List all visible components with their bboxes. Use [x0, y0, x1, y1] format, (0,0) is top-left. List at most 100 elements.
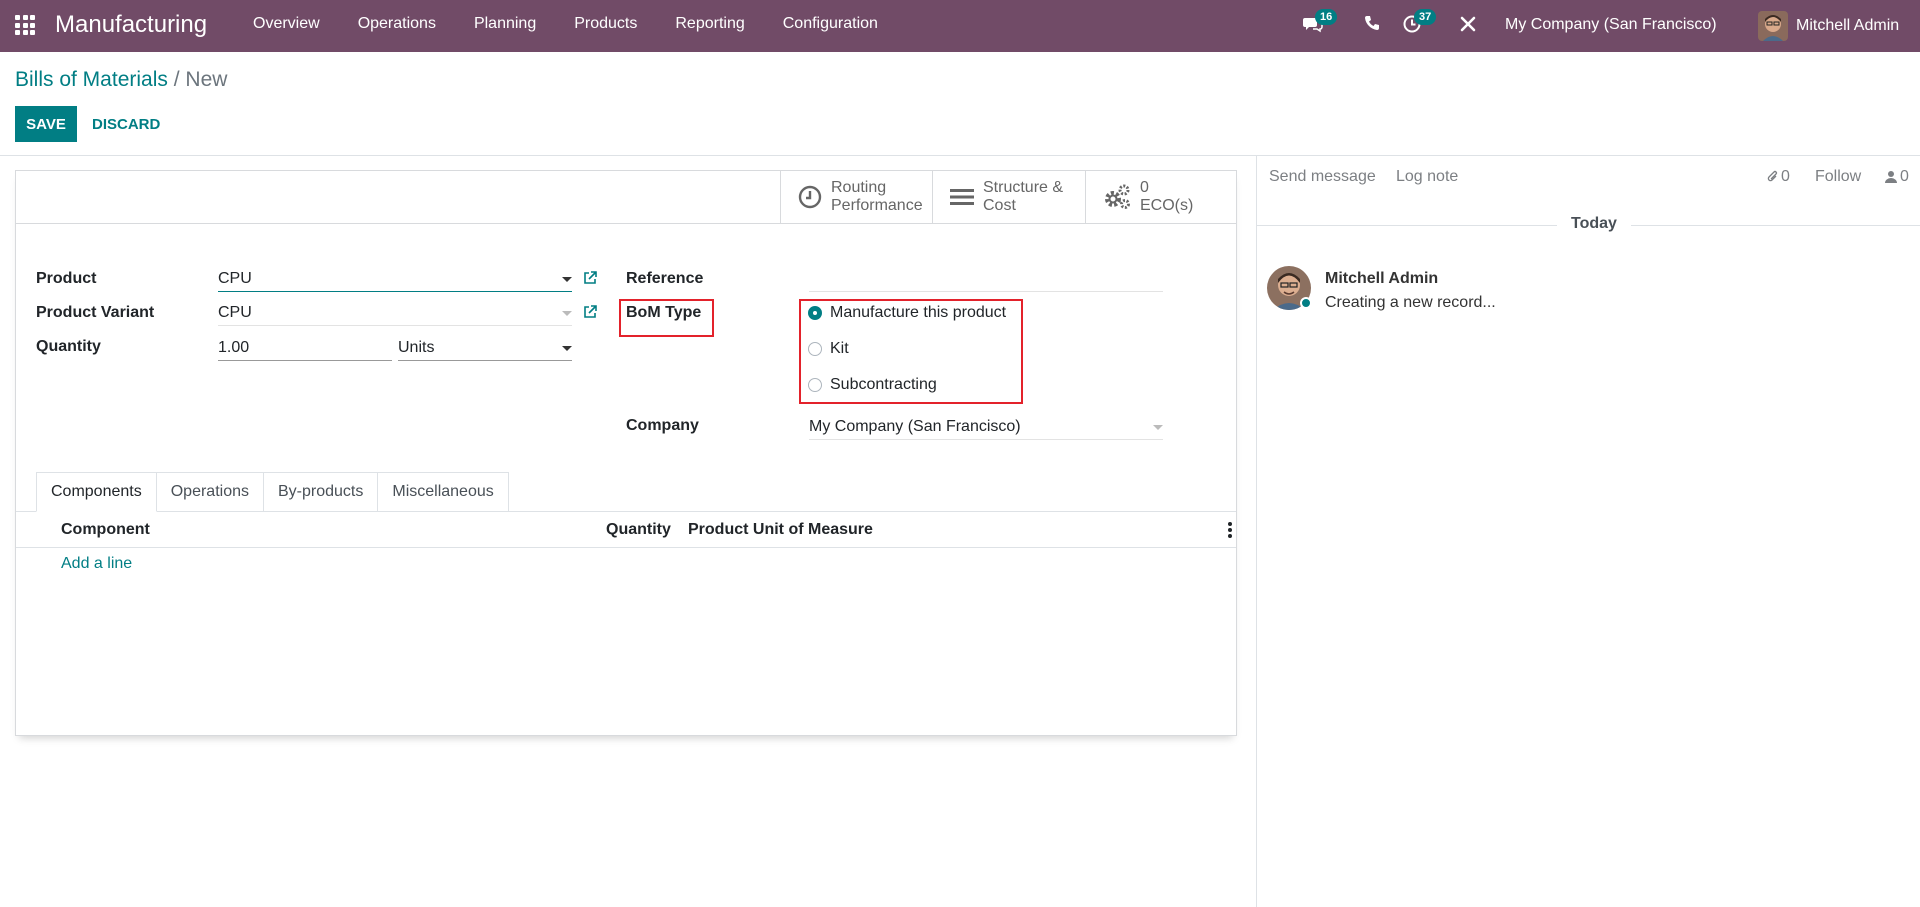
follow-button[interactable]: Follow	[1815, 167, 1861, 187]
quantity-label: Quantity	[36, 338, 101, 355]
eco-button[interactable]: 0 ECO(s)	[1085, 171, 1236, 223]
company-value: My Company (San Francisco)	[809, 418, 1021, 435]
apps-menu-icon[interactable]	[15, 15, 35, 35]
top-navbar: Manufacturing Overview Operations Planni…	[0, 0, 1920, 52]
reference-field[interactable]	[809, 269, 1163, 292]
product-label: Product	[36, 270, 97, 287]
reference-label: Reference	[626, 270, 704, 287]
uom-value: Units	[398, 339, 435, 356]
external-link-icon[interactable]	[582, 304, 598, 320]
uom-select[interactable]: Units	[398, 338, 572, 361]
attachments-count: 0	[1781, 168, 1790, 185]
bars-icon	[950, 189, 974, 205]
product-variant-label: Product Variant	[36, 304, 155, 321]
radio-unchecked-icon[interactable]	[808, 342, 822, 356]
main-menu: Overview Operations Planning Products Re…	[253, 0, 916, 52]
eco-count: 0	[1140, 179, 1149, 196]
product-field[interactable]: CPU	[218, 269, 572, 292]
phone-icon	[1365, 16, 1379, 30]
chatter-topbar: Send message Log note 0 Follow 0	[1257, 156, 1920, 196]
bom-type-option-label: Kit	[830, 340, 849, 357]
menu-overview[interactable]: Overview	[253, 0, 320, 52]
product-value: CPU	[218, 270, 252, 287]
eco-label: ECO(s)	[1140, 197, 1194, 214]
user-menu[interactable]: Mitchell Admin	[1758, 9, 1899, 43]
variant-dropdown-caret[interactable]	[562, 311, 572, 316]
routing-performance-button[interactable]: Routing Performance	[780, 171, 932, 223]
date-separator-label: Today	[1557, 213, 1631, 235]
quantity-value: 1.00	[218, 339, 250, 356]
uom-dropdown-caret[interactable]	[562, 346, 572, 351]
followers-button[interactable]: 0	[1885, 167, 1909, 187]
column-quantity[interactable]: Quantity	[606, 520, 671, 540]
send-message-button[interactable]: Send message	[1269, 167, 1376, 187]
company-field[interactable]: My Company (San Francisco)	[809, 417, 1163, 440]
user-avatar	[1758, 11, 1788, 41]
product-variant-value: CPU	[218, 304, 252, 321]
tab-operations[interactable]: Operations	[156, 472, 264, 512]
column-component[interactable]: Component	[61, 520, 150, 540]
company-switcher[interactable]: My Company (San Francisco)	[1505, 14, 1717, 36]
add-a-line-link[interactable]: Add a line	[61, 554, 132, 574]
company-dropdown-caret[interactable]	[1153, 425, 1163, 430]
messaging-menu[interactable]: 16	[1303, 9, 1338, 36]
menu-operations[interactable]: Operations	[358, 0, 436, 52]
routing-line1: Routing	[831, 179, 887, 196]
routing-line2: Performance	[831, 197, 923, 214]
components-table-header: Component Quantity Product Unit of Measu…	[16, 512, 1236, 548]
app-name[interactable]: Manufacturing	[55, 10, 207, 40]
breadcrumb-separator: /	[173, 68, 180, 91]
smart-button-box: Routing Performance Structure & Cost 0 E…	[16, 171, 1236, 224]
breadcrumb: Bills of Materials / New	[15, 67, 227, 93]
activities-menu[interactable]: 37	[1402, 9, 1437, 36]
bom-type-option-label: Manufacture this product	[830, 304, 1007, 321]
followers-count: 0	[1900, 168, 1909, 185]
bom-type-option-kit[interactable]: Kit	[808, 339, 849, 359]
voip-menu[interactable]	[1363, 14, 1385, 36]
breadcrumb-bills-of-materials[interactable]: Bills of Materials	[15, 68, 168, 91]
notebook-tabs: Components Operations By-products Miscel…	[36, 472, 509, 512]
message-body: Creating a new record...	[1325, 294, 1496, 311]
optional-columns-icon[interactable]	[1228, 522, 1232, 538]
tools-icon	[1460, 16, 1476, 32]
bom-type-option-subcontracting[interactable]: Subcontracting	[808, 375, 937, 395]
radio-checked-icon[interactable]	[808, 306, 822, 320]
gears-icon	[1105, 184, 1130, 209]
menu-planning[interactable]: Planning	[474, 0, 536, 52]
user-name: Mitchell Admin	[1796, 17, 1900, 34]
radio-unchecked-icon[interactable]	[808, 378, 822, 392]
attachments-button[interactable]: 0	[1767, 167, 1790, 187]
paperclip-icon	[1767, 170, 1778, 182]
chatter-panel: Send message Log note 0 Follow 0 Today M…	[1256, 156, 1920, 907]
clock-icon	[798, 185, 822, 209]
external-link-icon[interactable]	[582, 270, 598, 286]
breadcrumb-current: New	[185, 68, 228, 91]
structure-line2: Cost	[983, 197, 1016, 214]
user-icon	[1885, 171, 1897, 183]
product-dropdown-caret[interactable]	[562, 277, 572, 282]
online-status-icon	[1300, 297, 1312, 309]
log-note-button[interactable]: Log note	[1396, 167, 1458, 187]
bom-type-option-manufacture[interactable]: Manufacture this product	[808, 303, 1006, 323]
bom-type-option-label: Subcontracting	[830, 376, 937, 393]
column-product-uom[interactable]: Product Unit of Measure	[688, 520, 873, 540]
quantity-field[interactable]: 1.00	[218, 338, 392, 361]
message-author[interactable]: Mitchell Admin	[1325, 269, 1438, 289]
tab-miscellaneous[interactable]: Miscellaneous	[378, 472, 509, 512]
discard-button[interactable]: DISCARD	[83, 106, 169, 142]
tab-by-products[interactable]: By-products	[263, 472, 379, 512]
activities-badge: 37	[1414, 9, 1437, 25]
product-variant-field[interactable]: CPU	[218, 303, 572, 326]
menu-configuration[interactable]: Configuration	[783, 0, 878, 52]
tab-components[interactable]: Components	[36, 472, 157, 512]
structure-cost-button[interactable]: Structure & Cost	[932, 171, 1085, 223]
company-label: Company	[626, 417, 699, 434]
structure-line1: Structure &	[983, 179, 1064, 196]
save-button[interactable]: SAVE	[15, 106, 77, 142]
menu-products[interactable]: Products	[574, 0, 637, 52]
messages-badge: 16	[1315, 9, 1338, 25]
form-sheet: Routing Performance Structure & Cost 0 E…	[15, 170, 1237, 736]
menu-reporting[interactable]: Reporting	[675, 0, 744, 52]
bom-type-label: BoM Type	[626, 304, 702, 321]
debug-menu[interactable]	[1458, 14, 1480, 36]
